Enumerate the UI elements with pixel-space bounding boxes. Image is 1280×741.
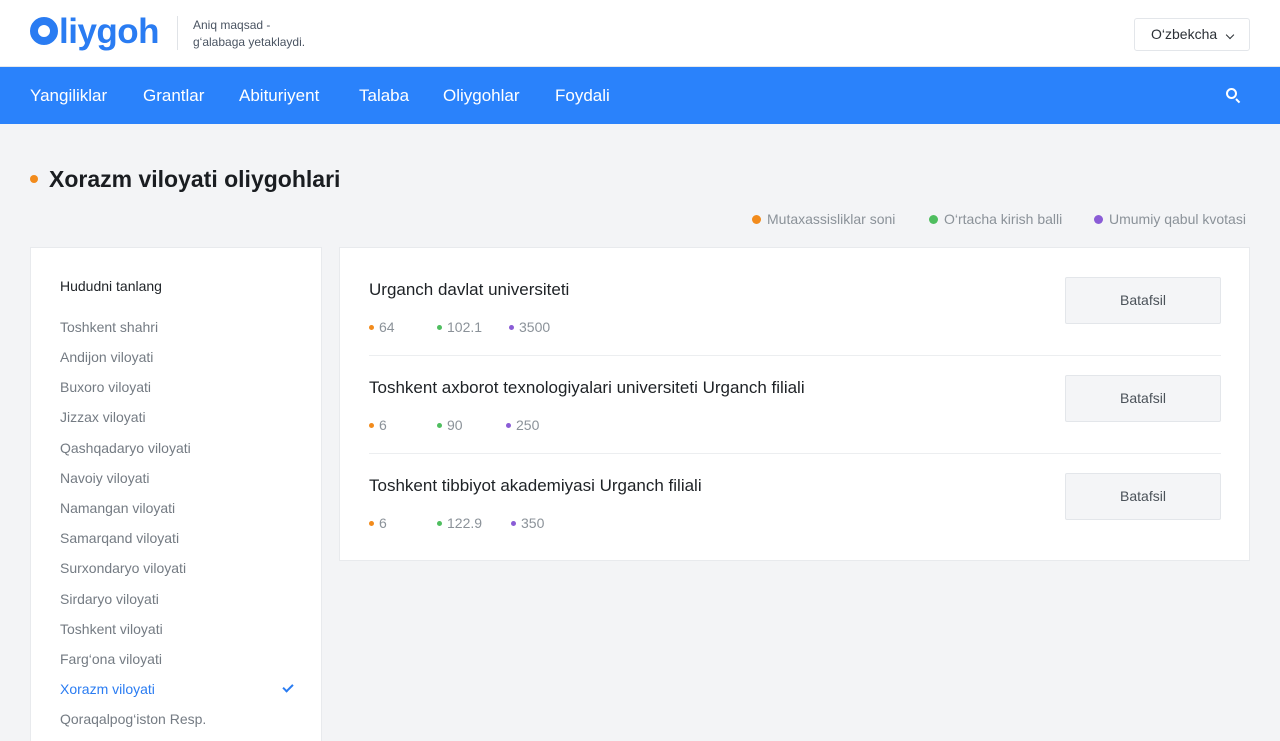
stat-value: 350 [521, 515, 545, 531]
sidebar-item-qashqadaryo[interactable]: Qashqadaryo viloyati [60, 440, 191, 456]
sidebar-item-toshkent-shahri[interactable]: Toshkent shahri [60, 319, 158, 335]
logo-o-icon [30, 17, 58, 45]
stat-value: 6 [379, 417, 387, 433]
university-name[interactable]: Toshkent axborot texnologiyalari univers… [369, 378, 805, 398]
nav-item-oliygohlar[interactable]: Oliygohlar [443, 86, 520, 106]
title-bullet [30, 175, 38, 183]
sidebar-item-fargona[interactable]: Farg‘ona viloyati [60, 651, 162, 667]
nav-item-foydali[interactable]: Foydali [555, 86, 610, 106]
legend-item-avg-score: O‘rtacha kirish balli [929, 211, 1062, 227]
university-name[interactable]: Toshkent tibbiyot akademiyasi Urganch fi… [369, 476, 702, 496]
stat-value: 3500 [519, 319, 551, 335]
stat-value: 250 [516, 417, 540, 433]
stat-value: 6 [379, 515, 387, 531]
stat-value: 90 [447, 417, 463, 433]
top-header: liygoh Aniq maqsad - g‘alabaga yetaklayd… [0, 0, 1280, 67]
university-list: Urganch davlat universiteti 64 102.1 350… [339, 247, 1250, 561]
details-button[interactable]: Batafsil [1065, 473, 1221, 520]
nav-item-talaba[interactable]: Talaba [359, 86, 409, 106]
nav-item-yangiliklar[interactable]: Yangiliklar [30, 86, 107, 106]
stat-avg-score: 90 [437, 417, 463, 433]
tagline: Aniq maqsad - g‘alabaga yetaklaydi. [193, 17, 333, 51]
details-button[interactable]: Batafsil [1065, 375, 1221, 422]
stat-quota: 3500 [509, 319, 550, 335]
stat-quota: 250 [506, 417, 539, 433]
stat-specialties: 6 [369, 417, 387, 433]
sidebar-item-navoiy[interactable]: Navoiy viloyati [60, 470, 149, 486]
purple-dot-icon [511, 521, 516, 526]
legend-label: O‘rtacha kirish balli [944, 211, 1063, 227]
region-sidebar: Hududni tanlang Toshkent shahri Andijon … [30, 247, 322, 741]
language-select[interactable]: O‘zbekcha [1134, 18, 1250, 51]
tagline-divider [177, 16, 178, 50]
stat-quota: 350 [511, 515, 544, 531]
orange-dot-icon [369, 325, 374, 330]
purple-dot-icon [506, 423, 511, 428]
sidebar-item-buxoro[interactable]: Buxoro viloyati [60, 379, 151, 395]
green-dot-icon [929, 215, 938, 224]
logo-text: liygoh [59, 12, 160, 51]
legend-label: Umumiy qabul kvotasi [1109, 211, 1246, 227]
university-name[interactable]: Urganch davlat universiteti [369, 280, 569, 300]
purple-dot-icon [1094, 215, 1103, 224]
language-label: O‘zbekcha [1151, 26, 1218, 42]
sidebar-item-qoraqalpogiston[interactable]: Qoraqalpog‘iston Resp. [60, 711, 206, 727]
logo[interactable]: liygoh [30, 12, 160, 52]
legend-item-quota: Umumiy qabul kvotasi [1094, 211, 1246, 227]
row-divider [369, 355, 1221, 356]
sidebar-item-jizzax[interactable]: Jizzax viloyati [60, 409, 146, 425]
tagline-line-1: Aniq maqsad - [193, 18, 271, 32]
sidebar-item-samarqand[interactable]: Samarqand viloyati [60, 530, 179, 546]
checkmark-icon [282, 681, 294, 693]
green-dot-icon [437, 521, 442, 526]
search-icon[interactable] [1226, 88, 1241, 104]
chevron-down-icon [1225, 30, 1235, 40]
details-button[interactable]: Batafsil [1065, 277, 1221, 324]
stat-avg-score: 102.1 [437, 319, 482, 335]
orange-dot-icon [369, 521, 374, 526]
green-dot-icon [437, 423, 442, 428]
stat-value: 122.9 [447, 515, 483, 531]
main-nav: Yangiliklar Grantlar Abituriyent Talaba … [0, 67, 1280, 124]
sidebar-item-xorazm[interactable]: Xorazm viloyati [60, 681, 155, 697]
stat-avg-score: 122.9 [437, 515, 482, 531]
sidebar-item-namangan[interactable]: Namangan viloyati [60, 500, 175, 516]
legend-label: Mutaxassisliklar soni [767, 211, 896, 227]
sidebar-item-andijon[interactable]: Andijon viloyati [60, 349, 153, 365]
nav-item-grantlar[interactable]: Grantlar [143, 86, 204, 106]
page-title: Xorazm viloyati oliygohlari [49, 166, 341, 192]
row-divider [369, 453, 1221, 454]
sidebar-title: Hududni tanlang [60, 278, 162, 294]
legend-item-specialties: Mutaxassisliklar soni [752, 211, 895, 227]
stat-specialties: 64 [369, 319, 395, 335]
stat-specialties: 6 [369, 515, 387, 531]
stat-value: 64 [379, 319, 395, 335]
orange-dot-icon [369, 423, 374, 428]
sidebar-item-surxondaryo[interactable]: Surxondaryo viloyati [60, 560, 186, 576]
sidebar-item-sirdaryo[interactable]: Sirdaryo viloyati [60, 591, 159, 607]
purple-dot-icon [509, 325, 514, 330]
green-dot-icon [437, 325, 442, 330]
orange-dot-icon [752, 215, 761, 224]
nav-item-abituriyent[interactable]: Abituriyent [239, 86, 319, 106]
tagline-line-2: g‘alabaga yetaklaydi. [193, 35, 306, 49]
sidebar-item-toshkent-viloyati[interactable]: Toshkent viloyati [60, 621, 163, 637]
stat-value: 102.1 [447, 319, 483, 335]
